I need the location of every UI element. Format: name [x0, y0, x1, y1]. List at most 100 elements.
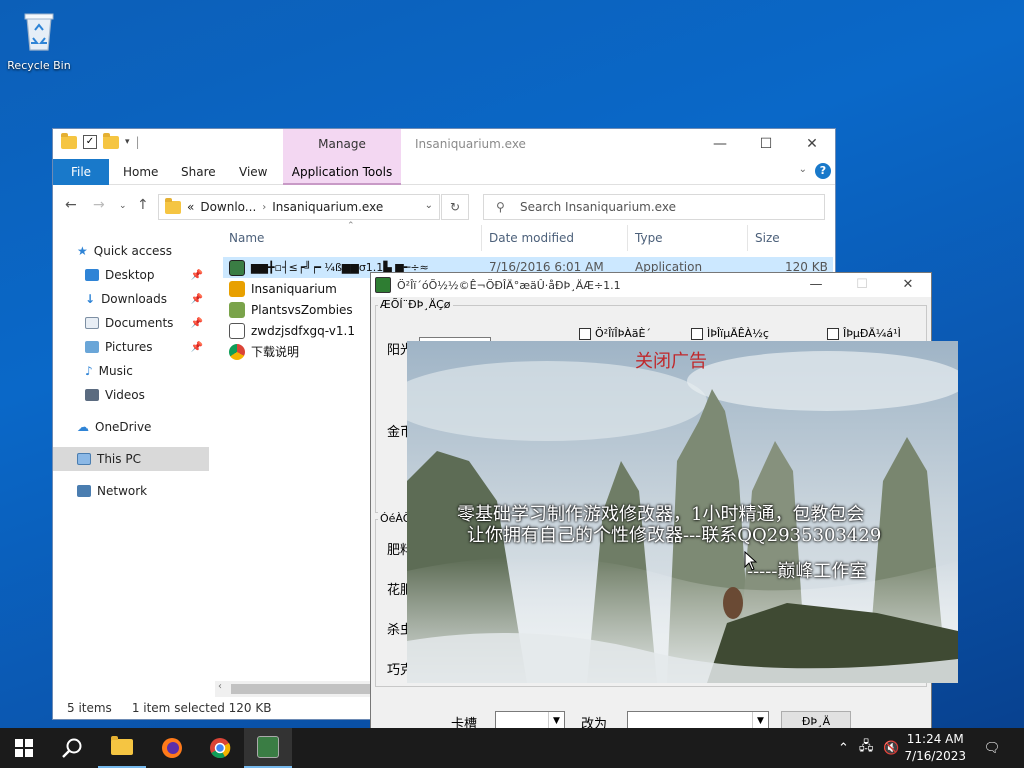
- sidebar-item-onedrive[interactable]: ☁ OneDrive: [53, 415, 209, 439]
- help-icon[interactable]: ?: [815, 163, 831, 179]
- checkbox-label: Ö²ÎïÎÞÀäÈ´: [595, 327, 651, 340]
- folder-icon[interactable]: [61, 132, 77, 149]
- sidebar-label: Videos: [105, 388, 145, 402]
- address-dropdown-icon[interactable]: ⌄: [425, 200, 433, 211]
- tab-file[interactable]: File: [53, 159, 109, 185]
- taskbar: ⌃ 🖧 🔇 11:24 AM 7/16/2023 🗨: [0, 728, 1024, 768]
- clock[interactable]: 11:24 AM 7/16/2023: [904, 731, 966, 765]
- forward-arrow-icon[interactable]: →: [93, 197, 105, 213]
- status-selection: 1 item selected 120 KB: [131, 701, 272, 715]
- network-status-icon[interactable]: 🖧: [859, 737, 874, 759]
- file-name: zwdzjsdfxgq-v1.1: [251, 323, 355, 338]
- sidebar-item-downloads[interactable]: ↓ Downloads 📌: [53, 287, 209, 311]
- sidebar-label: This PC: [97, 452, 141, 466]
- search-icon: [62, 738, 82, 758]
- trainer-app-icon: [375, 277, 391, 293]
- sidebar-item-desktop[interactable]: Desktop 📌: [53, 263, 209, 287]
- archive-file-icon: [229, 322, 245, 339]
- zombie-app-icon: [257, 736, 279, 758]
- sidebar-label: Quick access: [93, 244, 172, 258]
- minimize-icon[interactable]: —: [793, 273, 839, 297]
- option-checkbox-2[interactable]: ÌÞÎïµÄÊÀ½ç: [691, 327, 769, 340]
- address-overflow[interactable]: «: [187, 200, 194, 214]
- tab-view[interactable]: View: [239, 165, 267, 179]
- address-bar-row: ← → ⌄ ↑ « Downlo... › Insaniquarium.exe …: [53, 185, 835, 227]
- checkbox-label: ÌÞÎïµÄÊÀ½ç: [707, 327, 769, 340]
- status-bar: 5 items 1 item selected 120 KB: [67, 701, 271, 715]
- sidebar-item-pictures[interactable]: Pictures 📌: [53, 335, 209, 359]
- volume-muted-icon[interactable]: 🔇: [883, 741, 899, 756]
- taskbar-trainer[interactable]: [244, 728, 292, 768]
- properties-icon[interactable]: ✓: [83, 135, 97, 149]
- new-folder-icon[interactable]: [103, 132, 119, 149]
- column-divider: [747, 225, 748, 251]
- minimize-icon[interactable]: —: [697, 129, 743, 159]
- explorer-window-controls: — ☐ ✕: [697, 129, 835, 159]
- taskbar-file-explorer[interactable]: [98, 728, 146, 768]
- taskbar-search-button[interactable]: [48, 728, 96, 768]
- chevron-up-icon[interactable]: ⌃: [838, 741, 849, 756]
- trainer-app-icon: [229, 259, 245, 276]
- refresh-icon[interactable]: ↻: [441, 194, 469, 220]
- firefox-icon: [162, 738, 182, 758]
- recycle-bin-label: Recycle Bin: [7, 59, 71, 72]
- sidebar-item-quick-access[interactable]: ★ Quick access: [53, 239, 209, 263]
- tab-home[interactable]: Home: [123, 165, 158, 179]
- navigation-pane: ★ Quick access Desktop 📌 ↓ Downloads 📌 D…: [53, 239, 209, 503]
- folder-icon: [111, 736, 133, 755]
- customize-toolbar-icon[interactable]: ▾: [125, 137, 130, 147]
- recent-locations-icon[interactable]: ⌄: [119, 201, 127, 211]
- search-input[interactable]: ⚲ Search Insaniquarium.exe: [483, 194, 825, 220]
- computer-icon: [77, 453, 91, 465]
- sidebar-label: Network: [97, 484, 148, 498]
- video-icon: [85, 389, 99, 401]
- horizontal-scrollbar[interactable]: ‹: [215, 681, 373, 697]
- column-size[interactable]: Size: [755, 231, 780, 245]
- sidebar-label: OneDrive: [95, 420, 152, 434]
- taskbar-firefox[interactable]: [148, 728, 196, 768]
- column-date-modified[interactable]: Date modified: [489, 231, 574, 245]
- sidebar-label: Documents: [105, 316, 174, 330]
- tab-application-tools[interactable]: Application Tools: [283, 159, 401, 185]
- no-cooldown-checkbox[interactable]: Ö²ÎïÎÞÀäÈ´: [579, 327, 651, 340]
- pin-icon: 📌: [190, 293, 203, 305]
- sidebar-item-documents[interactable]: Documents 📌: [53, 311, 209, 335]
- sidebar-label: Desktop: [105, 268, 155, 282]
- sidebar-label: Pictures: [105, 340, 153, 354]
- pin-icon: 📌: [190, 317, 203, 329]
- status-item-count: 5 items: [67, 701, 112, 715]
- sidebar-item-music[interactable]: ♪ Music: [53, 359, 209, 383]
- start-button[interactable]: [0, 728, 48, 768]
- notification-center-icon[interactable]: 🗨: [980, 728, 1004, 768]
- address-bar[interactable]: « Downlo... › Insaniquarium.exe ⌄: [158, 194, 440, 220]
- scroll-left-icon[interactable]: ‹: [218, 681, 222, 692]
- sidebar-label: Music: [98, 364, 133, 378]
- option-checkbox-3[interactable]: ÎÞµÐÄ¼á¹Ì: [827, 327, 901, 340]
- column-name[interactable]: Name: [229, 231, 264, 245]
- column-type[interactable]: Type: [635, 231, 663, 245]
- ad-banner[interactable]: 关闭广告 零基础学习制作游戏修改器，1小时精通，包教包会 让你拥有自己的个性修改…: [407, 341, 958, 683]
- recycle-bin-shortcut[interactable]: Recycle Bin: [6, 8, 72, 72]
- system-tray: ⌃ 🖧 🔇: [838, 728, 900, 768]
- expand-ribbon-icon[interactable]: ⌄: [799, 164, 807, 175]
- pvz-app-icon: [229, 301, 245, 318]
- breadcrumb-insaniquarium[interactable]: Insaniquarium.exe: [272, 200, 383, 214]
- maximize-icon: ☐: [856, 277, 868, 292]
- manage-context-tab[interactable]: Manage: [283, 129, 401, 159]
- scrollbar-thumb[interactable]: [231, 684, 371, 694]
- taskbar-chrome[interactable]: [196, 728, 244, 768]
- sidebar-item-this-pc[interactable]: This PC: [53, 447, 209, 471]
- tab-share[interactable]: Share: [181, 165, 216, 179]
- close-ad-button[interactable]: 关闭广告: [635, 347, 707, 373]
- close-icon[interactable]: ✕: [789, 129, 835, 159]
- sidebar-item-network[interactable]: Network: [53, 479, 209, 503]
- up-arrow-icon[interactable]: ↑: [137, 197, 149, 213]
- network-icon: [77, 485, 91, 497]
- maximize-icon[interactable]: ☐: [743, 129, 789, 159]
- back-arrow-icon[interactable]: ←: [65, 197, 77, 213]
- insaniquarium-app-icon: [229, 280, 245, 297]
- breadcrumb-downloads[interactable]: Downlo...: [200, 200, 256, 214]
- file-name: PlantsvsZombies: [251, 302, 353, 317]
- sidebar-item-videos[interactable]: Videos: [53, 383, 209, 407]
- close-icon[interactable]: ✕: [885, 273, 931, 297]
